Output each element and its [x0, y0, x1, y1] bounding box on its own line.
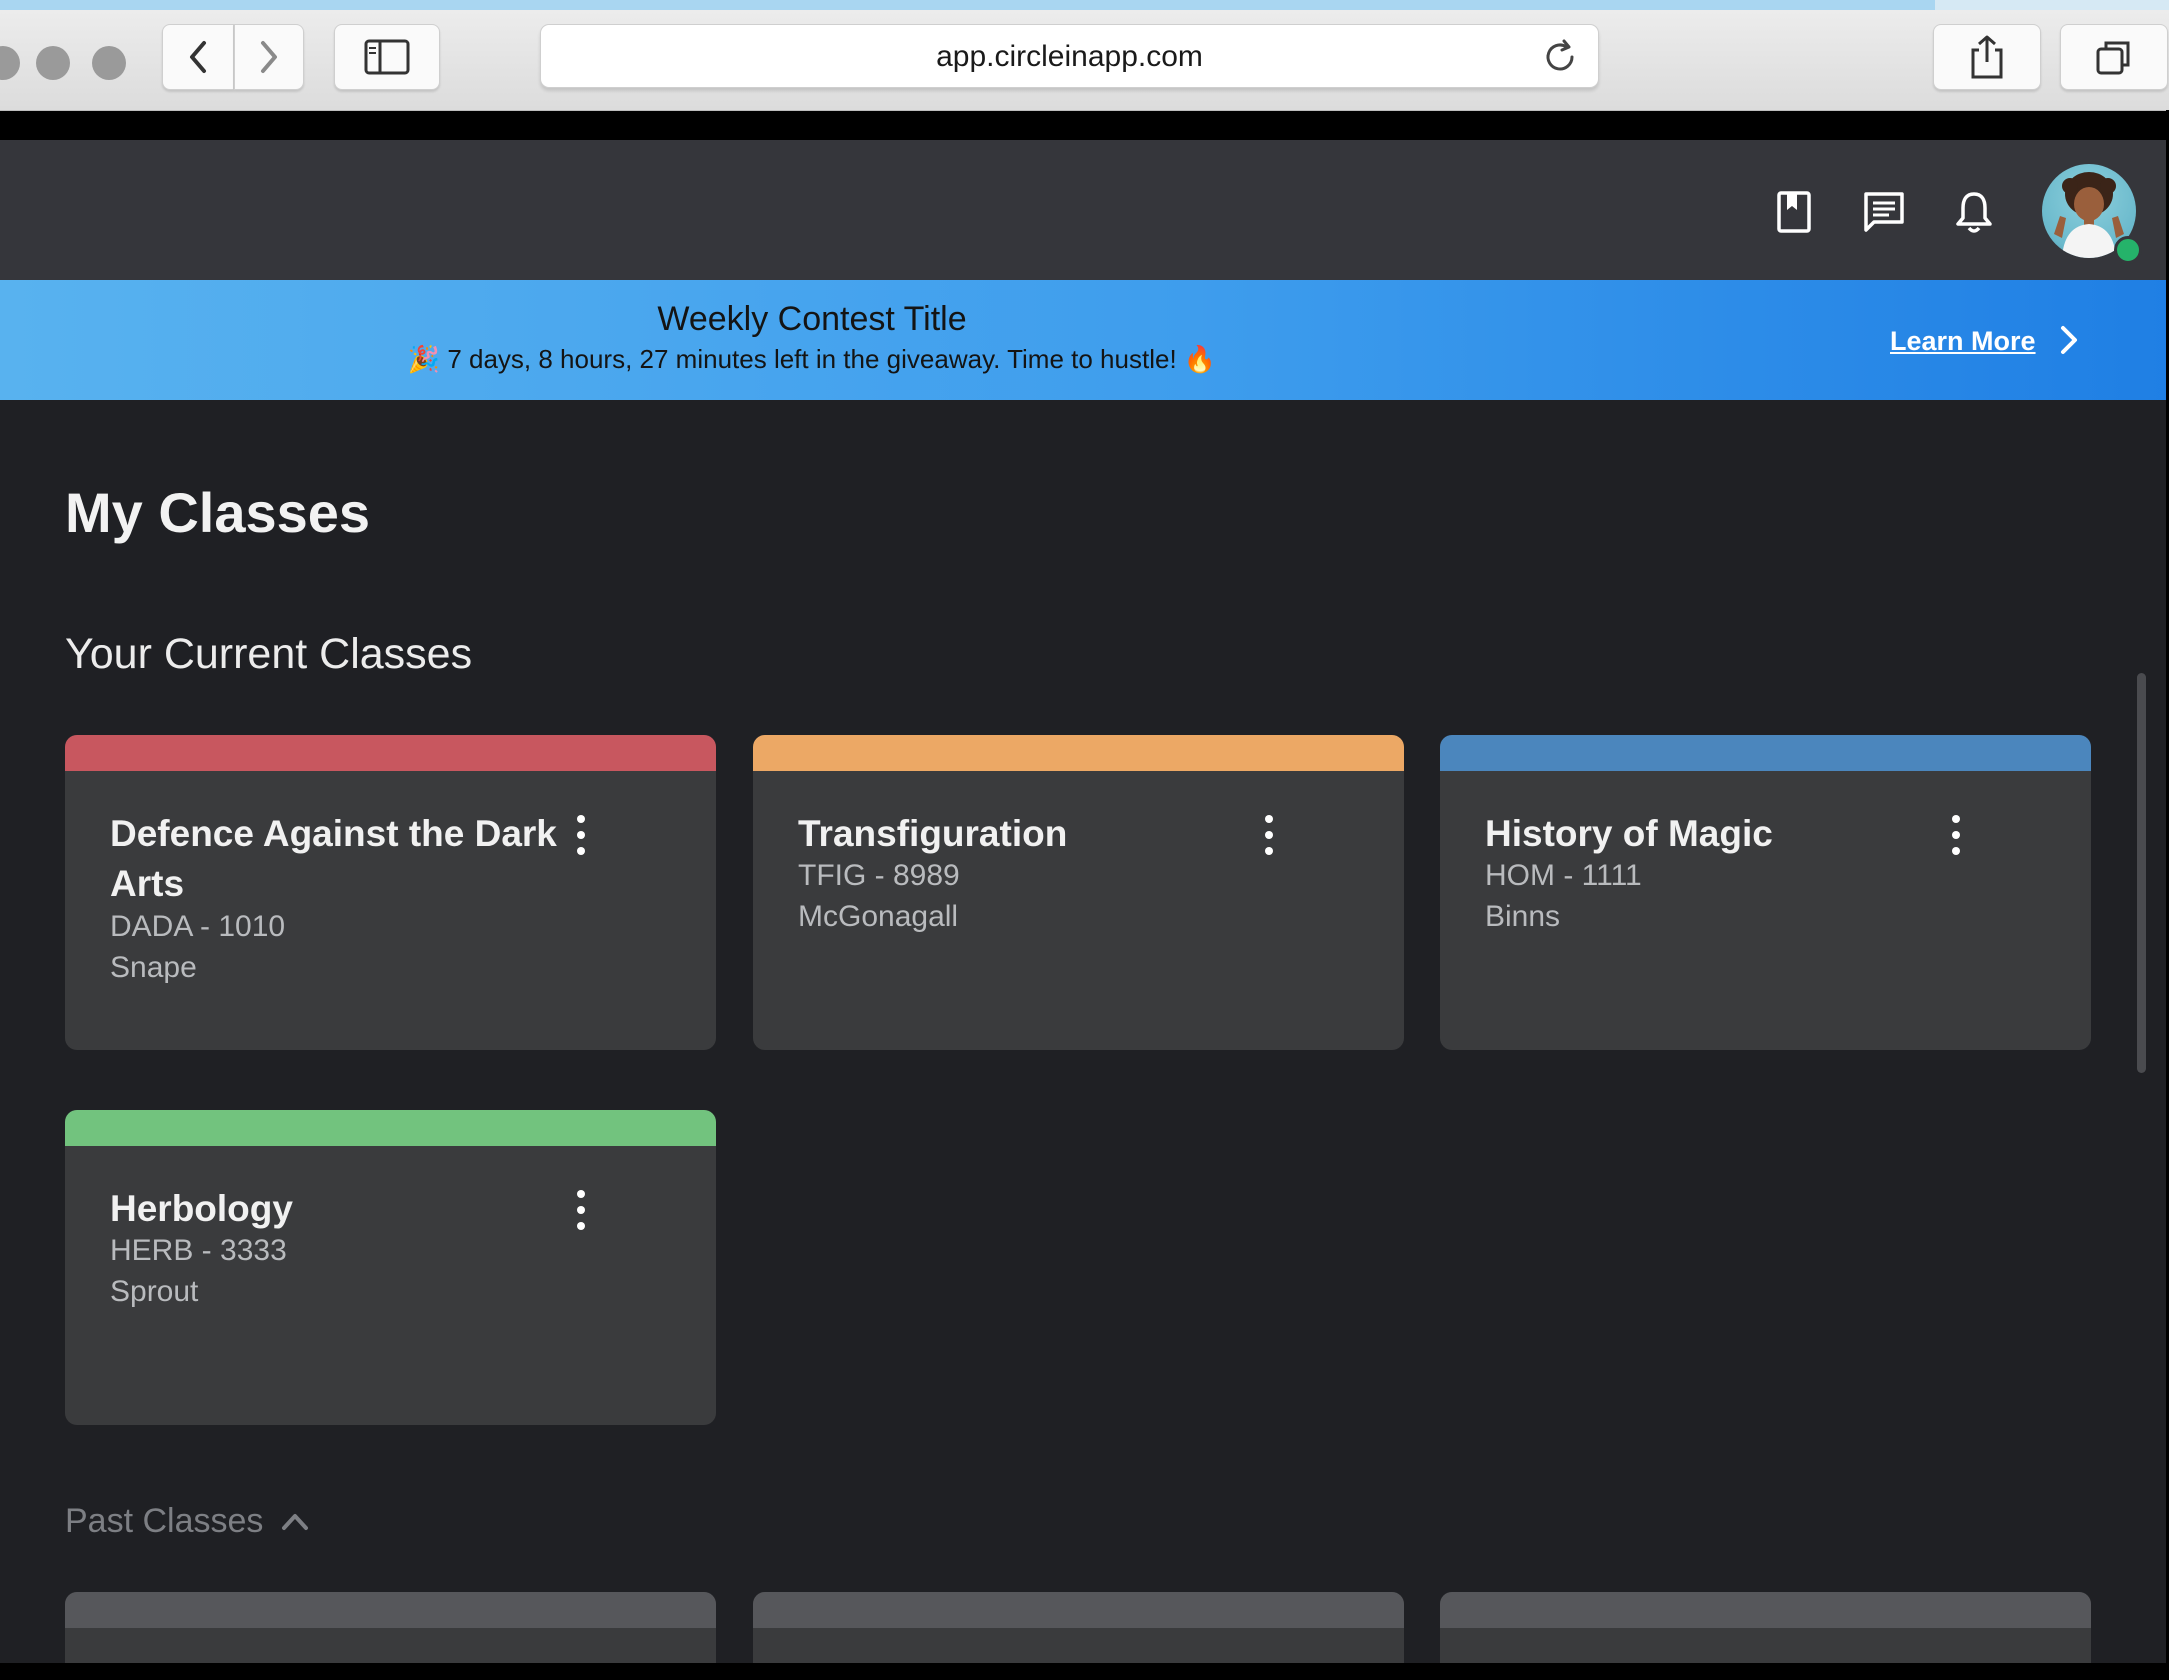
address-bar[interactable]: app.circleinapp.com	[540, 24, 1599, 88]
past-classes-toggle[interactable]: Past Classes	[65, 1502, 263, 1541]
chevron-right-icon	[261, 41, 277, 73]
window-minimize-button[interactable]	[36, 46, 70, 80]
class-teacher: Snape	[110, 951, 197, 984]
past-class-card[interactable]	[753, 1592, 1404, 1663]
sidebar-toggle-button[interactable]	[334, 24, 440, 90]
class-teacher: Binns	[1485, 900, 1561, 933]
share-icon	[1971, 35, 2003, 79]
chat-icon[interactable]	[1860, 188, 1908, 236]
class-name: Herbology	[110, 1188, 293, 1229]
class-card[interactable]: Transfiguration TFIG - 8989 McGonagall	[753, 735, 1404, 1050]
window-close-button[interactable]	[0, 46, 20, 80]
tabs-icon	[2096, 41, 2130, 75]
page-title: My Classes	[65, 481, 371, 544]
bell-icon[interactable]	[1950, 188, 1998, 236]
back-button[interactable]	[162, 24, 234, 90]
class-name: Defence Against the Dark Arts	[110, 813, 557, 904]
chevron-up-icon[interactable]	[280, 1508, 310, 1534]
class-color-bar	[65, 735, 716, 771]
class-teacher: Sprout	[110, 1275, 199, 1308]
class-color-bar	[1440, 735, 2091, 771]
class-name: Transfiguration	[798, 813, 1068, 854]
forward-button[interactable]	[234, 24, 304, 90]
app-viewport: Weekly Contest Title 🎉 7 days, 8 hours, …	[0, 140, 2169, 1663]
share-button[interactable]	[1933, 24, 2041, 90]
banner-countdown: 🎉 7 days, 8 hours, 27 minutes left in th…	[407, 344, 1217, 374]
class-code: DADA - 1010	[110, 910, 286, 943]
bookmark-icon[interactable]	[1770, 188, 1818, 236]
window-bottom-edge	[0, 1663, 2169, 1680]
class-code: HOM - 1111	[1485, 859, 1642, 892]
class-color-bar	[65, 1110, 716, 1146]
contest-banner: Weekly Contest Title 🎉 7 days, 8 hours, …	[0, 280, 2169, 400]
more-options-icon[interactable]	[1253, 815, 1285, 855]
past-class-color-bar	[65, 1592, 716, 1628]
app-header	[0, 140, 2169, 280]
past-class-color-bar	[753, 1592, 1404, 1628]
past-class-card[interactable]	[1440, 1592, 2091, 1663]
window-zoom-button[interactable]	[92, 46, 126, 80]
past-class-color-bar	[1440, 1592, 2091, 1628]
browser-loading-strip	[0, 0, 2169, 10]
chevron-left-icon	[190, 41, 206, 73]
class-card[interactable]: Herbology HERB - 3333 Sprout	[65, 1110, 716, 1425]
page-scrollbar[interactable]	[2137, 673, 2146, 1073]
more-options-icon[interactable]	[565, 1190, 597, 1230]
page-load-progress	[0, 0, 1935, 10]
tabs-overview-button[interactable]	[2060, 24, 2168, 90]
current-classes-heading: Your Current Classes	[65, 630, 473, 678]
reload-icon[interactable]	[1542, 39, 1578, 75]
browser-divider	[0, 112, 2169, 140]
sidebar-icon	[364, 39, 410, 75]
learn-more-link[interactable]: Learn More	[1890, 326, 2036, 357]
url-text: app.circleinapp.com	[936, 40, 1203, 73]
class-name: History of Magic	[1485, 813, 1773, 854]
past-class-card[interactable]	[65, 1592, 716, 1663]
class-card[interactable]: Defence Against the Dark Arts DADA - 101…	[65, 735, 716, 1050]
class-color-bar	[753, 735, 1404, 771]
more-options-icon[interactable]	[565, 815, 597, 855]
chevron-right-icon[interactable]	[2054, 320, 2084, 360]
class-card[interactable]: History of Magic HOM - 1111 Binns	[1440, 735, 2091, 1050]
more-options-icon[interactable]	[1940, 815, 1972, 855]
class-teacher: McGonagall	[798, 900, 959, 933]
online-status-dot	[2114, 236, 2142, 264]
class-code: TFIG - 8989	[798, 859, 960, 892]
browser-toolbar: app.circleinapp.com	[0, 10, 2169, 111]
banner-title: Weekly Contest Title	[657, 300, 967, 338]
class-code: HERB - 3333	[110, 1234, 287, 1267]
